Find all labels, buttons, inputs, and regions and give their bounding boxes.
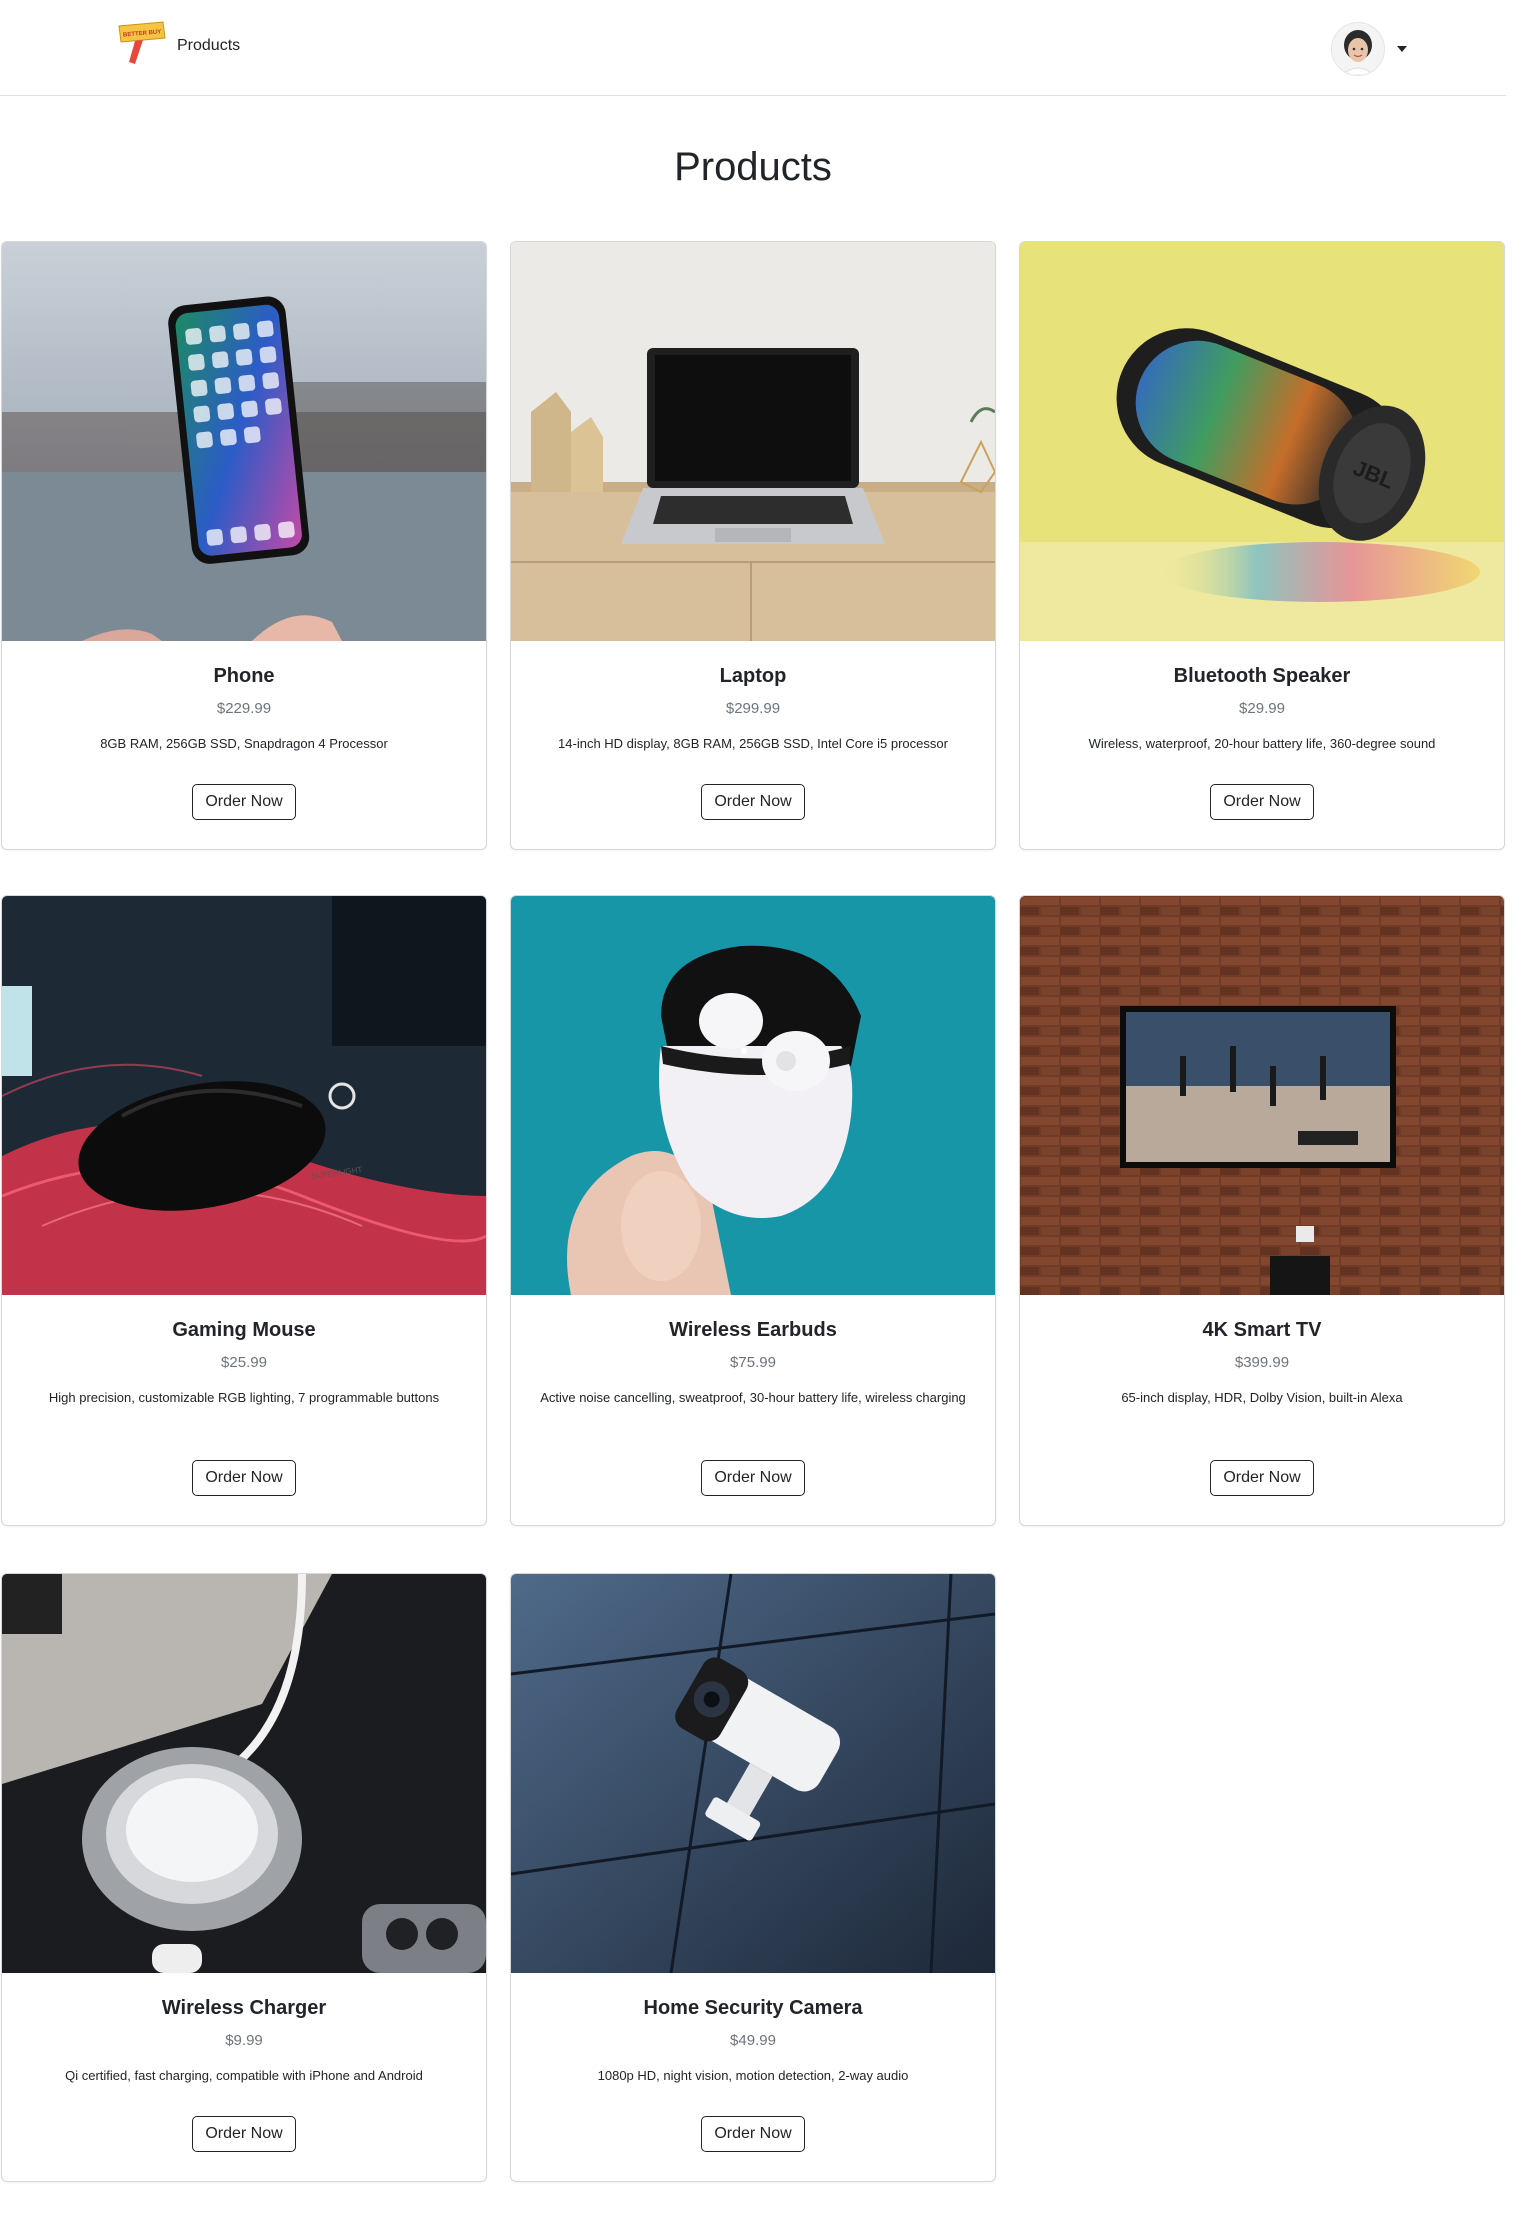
product-name: Bluetooth Speaker xyxy=(1173,665,1351,687)
product-price: $75.99 xyxy=(730,1354,776,1371)
product-card-wireless-earbuds: Wireless Earbuds $75.99 Active noise can… xyxy=(510,895,996,1526)
brand-label: Products xyxy=(177,37,241,54)
product-card-phone: Phone $229.99 8GB RAM, 256GB SSD, Snapdr… xyxy=(1,241,487,850)
order-now-button[interactable]: Order Now xyxy=(701,784,805,820)
gaming-mouse-photo: SUPERLIGHT xyxy=(2,896,486,1295)
order-now-button[interactable]: Order Now xyxy=(1210,784,1314,820)
page-title: Products xyxy=(674,145,832,189)
product-price: $9.99 xyxy=(225,2032,263,2049)
order-now-button[interactable]: Order Now xyxy=(192,784,296,820)
order-now-button[interactable]: Order Now xyxy=(1210,1460,1314,1496)
product-name: Wireless Charger xyxy=(161,1997,327,2019)
brand-link[interactable]: BETTER BUY Products xyxy=(113,20,240,66)
user-avatar xyxy=(1331,22,1385,76)
order-now-button[interactable]: Order Now xyxy=(701,2116,805,2152)
product-description: 65-inch display, HDR, Dolby Vision, buil… xyxy=(1121,1390,1403,1405)
product-name: Laptop xyxy=(719,665,787,687)
product-price: $29.99 xyxy=(1239,700,1285,717)
security-camera-photo xyxy=(511,1574,995,1973)
product-price: $25.99 xyxy=(221,1354,267,1371)
product-description: 1080p HD, night vision, motion detection… xyxy=(597,2068,909,2083)
product-card-bluetooth-speaker: JBL Bluetooth Speaker $29.99 Wireless, w… xyxy=(1019,241,1505,850)
laptop-photo xyxy=(511,242,995,641)
product-description: 14-inch HD display, 8GB RAM, 256GB SSD, … xyxy=(558,736,948,751)
order-now-button[interactable]: Order Now xyxy=(192,2116,296,2152)
product-price: $399.99 xyxy=(1234,1354,1290,1371)
wireless-charger-photo xyxy=(2,1574,486,1973)
top-navbar: BETTER BUY Products xyxy=(0,0,1506,96)
product-card-4k-smart-tv: 4K Smart TV $399.99 65-inch display, HDR… xyxy=(1019,895,1505,1526)
price-tag-sign-logo: BETTER BUY xyxy=(118,21,166,64)
product-description: Wireless, waterproof, 20-hour battery li… xyxy=(1088,736,1436,751)
product-name: 4K Smart TV xyxy=(1202,1319,1322,1341)
speaker-photo: JBL xyxy=(1020,242,1504,641)
product-name: Phone xyxy=(213,665,275,687)
product-card-home-security-camera: Home Security Camera $49.99 1080p HD, ni… xyxy=(510,1573,996,2182)
order-now-button[interactable]: Order Now xyxy=(701,1460,805,1496)
product-price: $299.99 xyxy=(725,700,781,717)
product-name: Wireless Earbuds xyxy=(669,1319,837,1341)
earbuds-photo xyxy=(511,896,995,1295)
order-now-button[interactable]: Order Now xyxy=(192,1460,296,1496)
smart-tv-photo xyxy=(1020,896,1504,1295)
product-description: Active noise cancelling, sweatproof, 30-… xyxy=(540,1390,966,1405)
product-description: Qi certified, fast charging, compatible … xyxy=(65,2068,423,2083)
product-name: Home Security Camera xyxy=(643,1997,863,2019)
product-card-laptop: Laptop $299.99 14-inch HD display, 8GB R… xyxy=(510,241,996,850)
product-description: 8GB RAM, 256GB SSD, Snapdragon 4 Process… xyxy=(100,736,388,751)
product-description: High precision, customizable RGB lightin… xyxy=(48,1390,440,1405)
smartphone-photo xyxy=(2,242,486,641)
product-card-gaming-mouse: SUPERLIGHT Gaming Mouse $25.99 High prec… xyxy=(1,895,487,1526)
product-name: Gaming Mouse xyxy=(172,1319,316,1341)
user-menu-toggle[interactable] xyxy=(1331,22,1407,76)
caret-down-icon xyxy=(1397,46,1407,52)
product-price: $49.99 xyxy=(730,2032,776,2049)
product-price: $229.99 xyxy=(216,700,272,717)
product-card-wireless-charger: Wireless Charger $9.99 Qi certified, fas… xyxy=(1,1573,487,2182)
